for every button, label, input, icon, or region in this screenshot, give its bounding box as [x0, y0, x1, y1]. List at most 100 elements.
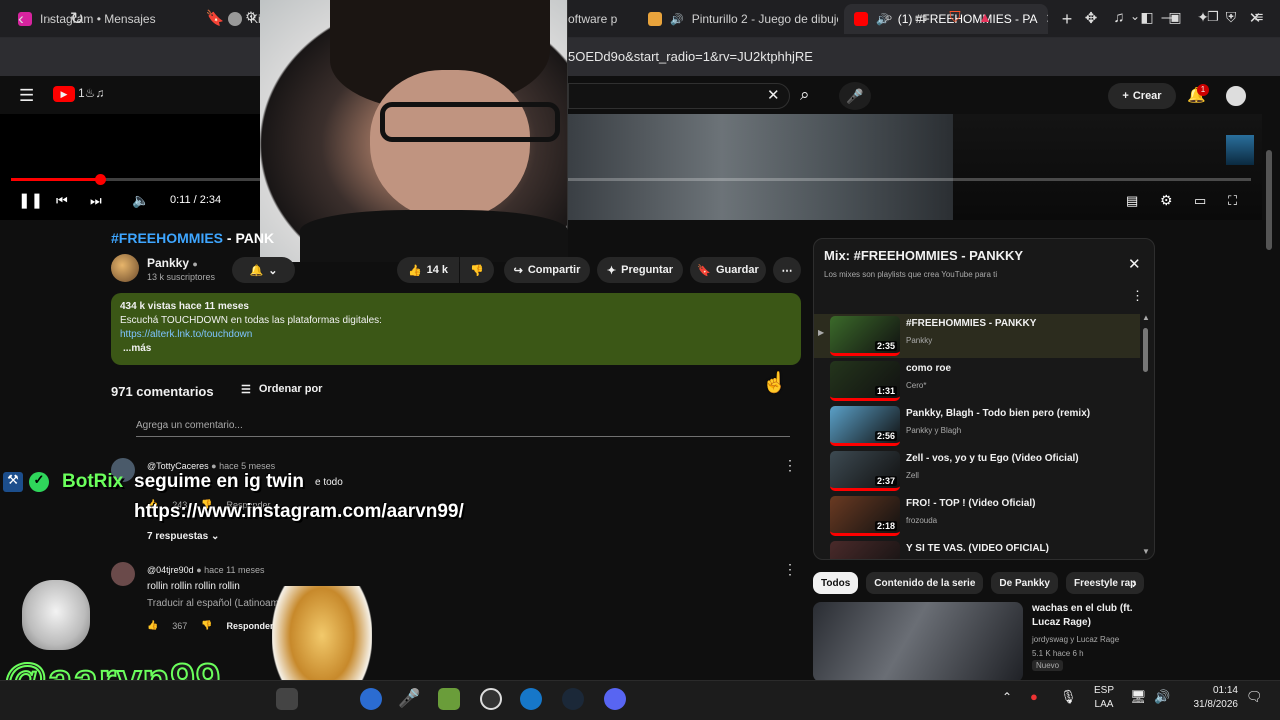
language-indicator[interactable]: ESP LAA [1094, 684, 1114, 712]
create-label: Crear [1132, 90, 1162, 102]
forward-icon[interactable]: › [38, 9, 60, 29]
theater-mode-icon[interactable]: ▭ [1194, 193, 1206, 209]
create-button[interactable]: + Crear [1108, 83, 1176, 109]
extensions-icon[interactable]: ✥ [1080, 9, 1102, 27]
save-button[interactable]: 🔖 Guardar [690, 257, 766, 283]
thumbs-up-icon[interactable]: 👍 [147, 620, 158, 631]
clear-search-icon[interactable]: ✕ [767, 86, 780, 104]
chip-all[interactable]: Todos [813, 572, 859, 594]
comment-user[interactable]: @04tjre90d [147, 565, 194, 575]
playlist-item[interactable]: Y SI TE VAS. (VIDEO OFICIAL) [814, 539, 1140, 559]
title-hashtag[interactable]: #FREEHOMMIES [111, 230, 223, 246]
like-button[interactable]: 👍 14 k [397, 257, 459, 283]
channel-name[interactable]: Pankky ● [147, 256, 198, 270]
settings-gear-icon[interactable]: ⚙ [1160, 192, 1173, 209]
progress-bar[interactable] [11, 178, 1251, 181]
comment-menu-icon[interactable]: ⋮ [783, 561, 797, 578]
youtube-logo-icon[interactable]: ▶ [53, 86, 75, 102]
steam-icon[interactable] [562, 688, 584, 710]
brave-rewards-icon[interactable]: ▲ [974, 9, 996, 25]
discord-icon[interactable] [604, 688, 626, 710]
chip-channel[interactable]: De Pankky [991, 572, 1058, 594]
chevron-down-icon: ⌄ [268, 264, 278, 277]
tray-app-icon[interactable]: ● [1030, 689, 1038, 704]
recommended-title[interactable]: wachas en el club (ft. Lucaz Rage) [1032, 602, 1162, 630]
playlist-item[interactable]: 2:56 Pankky, Blagh - Todo bien pero (remi… [814, 404, 1140, 448]
site-settings-icon[interactable]: ⚙ [240, 9, 262, 25]
more-actions-button[interactable]: ⋯ [773, 257, 801, 283]
voice-search-icon[interactable]: 🎤 [839, 82, 871, 110]
tray-chevron-icon[interactable]: ⌃ [1002, 690, 1012, 704]
fullscreen-icon[interactable]: ⛶ [1228, 193, 1237, 209]
minecraft-icon[interactable] [438, 688, 460, 710]
new-tab-button[interactable]: + [1052, 9, 1082, 30]
description-box[interactable]: 434 k vistas hace 11 meses Escuchá TOUCH… [111, 293, 801, 365]
close-tab-icon[interactable]: ✕ [1046, 11, 1049, 27]
channel-avatar[interactable] [111, 254, 139, 282]
subtitles-icon[interactable]: ▤ [1126, 193, 1138, 209]
volume-tray-icon[interactable]: 🔊 [1154, 689, 1170, 705]
back-icon[interactable]: ‹ [10, 9, 32, 29]
music-icon[interactable]: ♫ [1108, 9, 1130, 26]
bookmark-icon[interactable]: 🔖 [204, 9, 226, 27]
dislike-button[interactable]: 👎 [460, 257, 494, 283]
progress-scrubber[interactable] [94, 174, 106, 185]
notification-center-icon[interactable]: 🗨 [1246, 689, 1263, 705]
chip-series[interactable]: Contenido de la serie [866, 572, 984, 594]
leo-ai-icon[interactable]: ✦ [1192, 9, 1214, 26]
close-mix-icon[interactable]: ✕ [1128, 255, 1141, 273]
cast-icon[interactable]: ▭ [910, 9, 932, 26]
volume-icon[interactable]: 🔈 [132, 192, 149, 209]
view-replies-button[interactable]: 7 respuestas ⌄ [147, 531, 219, 542]
hamburger-menu-icon[interactable]: ☰ [19, 86, 34, 106]
obs-icon[interactable] [480, 688, 502, 710]
previous-icon[interactable]: ⏮ [56, 193, 68, 209]
edge-icon[interactable] [360, 688, 382, 710]
playlist-scrollbar[interactable] [1143, 328, 1148, 372]
scroll-up-icon[interactable]: ▲ [1142, 313, 1150, 322]
zoom-search-icon[interactable]: ⌕ [878, 9, 900, 26]
playlist-item[interactable]: 2:18 FRO! - TOP ! (Video Oficial) frozouda [814, 494, 1140, 538]
url-text[interactable]: 5OEDd9o&start_radio=1&rv=JU2ktphhjRE [568, 49, 813, 64]
sidebar-icon[interactable]: ◧ [1136, 9, 1158, 26]
comment-menu-icon[interactable]: ⋮ [783, 457, 797, 474]
sort-comments-button[interactable]: ☰ Ordenar por [241, 383, 322, 396]
reload-icon[interactable]: ↻ [66, 9, 88, 29]
scroll-down-icon[interactable]: ▼ [1142, 547, 1150, 556]
vpn-shield-icon[interactable]: ⛨ [1220, 9, 1242, 26]
subscribed-bell-button[interactable]: 🔔 ⌄ [232, 257, 295, 283]
menu-icon[interactable]: ≡ [1248, 9, 1270, 26]
search-icon[interactable]: ⌕ [800, 85, 810, 105]
comment-avatar[interactable] [111, 562, 135, 586]
file-explorer-icon[interactable] [276, 688, 298, 710]
browser-app-icon[interactable] [520, 688, 542, 710]
playlist-item[interactable]: 1:31 como roe Cero* [814, 359, 1140, 403]
recommended-thumbnail[interactable] [813, 602, 1023, 682]
chevron-right-icon[interactable]: › [1132, 575, 1137, 591]
add-comment-input[interactable]: Agrega un comentario... [136, 420, 790, 437]
next-video-preview[interactable] [1226, 135, 1254, 165]
show-more-link[interactable]: ...más [120, 342, 792, 356]
brave-shield-icon[interactable]: ⛉ [944, 9, 966, 26]
wallet-icon[interactable]: ▣ [1164, 9, 1186, 26]
search-input[interactable] [568, 83, 790, 109]
clock[interactable]: 01:14 31/8/2026 [1184, 684, 1239, 712]
share-button[interactable]: ↪ Compartir [504, 257, 590, 283]
tray-microphone-icon[interactable]: 🎙 [1060, 689, 1077, 705]
playlist-item[interactable]: 2:37 Zell - vos, yo y tu Ego (Video Ofici… [814, 449, 1140, 493]
tab-software[interactable]: oftware p [568, 4, 634, 34]
playlist-item[interactable]: ▶ 2:35 #FREEHOMMIES - PANKKY Pankky [814, 314, 1140, 358]
reply-button[interactable]: Responder [226, 621, 273, 631]
tab-pinturillo[interactable]: 🔊 Pinturillo 2 - Juego de dibujo [638, 4, 838, 34]
next-icon[interactable]: ⏭ [90, 193, 102, 209]
comment-user[interactable]: @TottyCaceres [147, 461, 209, 471]
network-icon[interactable]: 🖥 [1130, 689, 1147, 705]
description-link[interactable]: https://alterk.lnk.to/touchdown [120, 328, 792, 342]
mix-menu-icon[interactable]: ⋮ [1131, 288, 1144, 304]
account-avatar[interactable] [1224, 84, 1248, 108]
microphone-icon[interactable]: 🎤 [398, 688, 420, 710]
ask-button[interactable]: ✦ Preguntar [597, 257, 683, 283]
page-scrollbar[interactable] [1266, 150, 1272, 250]
thumbs-down-icon[interactable]: 👎 [201, 620, 212, 631]
pause-icon[interactable]: ❚❚ [18, 191, 43, 209]
